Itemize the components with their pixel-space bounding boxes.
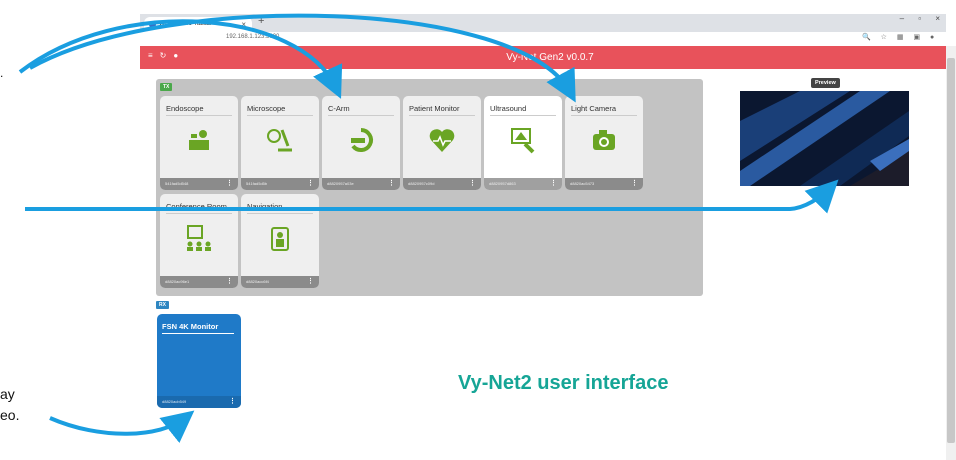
tx-card-light-camera[interactable]: Light Camera d8820ac5473 ⋮ <box>565 96 643 190</box>
tx-card-menu-icon[interactable]: ⋮ <box>550 179 557 187</box>
tx-card-id: d8820957d863 <box>489 181 516 186</box>
tx-card-footer: d8820ac96e1 ⋮ <box>160 276 238 288</box>
tx-card-title: Navigation <box>247 202 283 211</box>
tx-card-endoscope[interactable]: Endoscope 541fad5d548 ⋮ <box>160 96 238 190</box>
rx-card-title: FSN 4K Monitor <box>162 322 219 331</box>
extension-icons[interactable]: 🔍 ☆ ▦ ▣ ● <box>862 33 938 41</box>
window-controls[interactable]: – ▫ × <box>900 14 946 23</box>
tx-card-ultrasound[interactable]: Ultrasound d8820957d863 ⋮ <box>484 96 562 190</box>
tx-card-title: Patient Monitor <box>409 104 460 113</box>
rx-card-menu-icon[interactable]: ⋮ <box>229 397 236 405</box>
tx-card-title: Endoscope <box>166 104 204 113</box>
new-tab-button[interactable]: + <box>258 15 264 27</box>
refresh-icon[interactable]: ↻ <box>160 51 174 60</box>
tx-card-footer: d8820ac5473 ⋮ <box>565 178 643 190</box>
tx-card-id: d8820acc6f4 <box>246 279 269 284</box>
tx-card-title: Microscope <box>247 104 286 113</box>
tx-card-patient-monitor[interactable]: Patient Monitor d8820957c09d ⋮ <box>403 96 481 190</box>
tx-card-id: d8820ac5473 <box>570 181 595 186</box>
preview-label: Preview <box>811 78 840 88</box>
tx-card-divider <box>166 213 232 214</box>
preview-video <box>740 91 909 186</box>
tx-card-footer: d8820acc6f4 ⋮ <box>241 276 319 288</box>
tx-card-divider <box>571 115 637 116</box>
tx-card-id: 541fad5d5b <box>246 181 268 186</box>
app-title: Vy-Net Gen2 v0.0.7 <box>506 52 594 63</box>
tx-card-menu-icon[interactable]: ⋮ <box>226 277 233 285</box>
tx-card-conference-room[interactable]: Conference Room d8820ac96e1 ⋮ <box>160 194 238 288</box>
tx-card-divider <box>166 115 232 116</box>
settings-icon[interactable]: ● <box>173 51 185 60</box>
tx-card-navigation[interactable]: Navigation d8820acc6f4 ⋮ <box>241 194 319 288</box>
app-bar-icons[interactable]: ≡↻● <box>148 51 185 60</box>
tx-card-menu-icon[interactable]: ⋮ <box>307 277 314 285</box>
tx-card-microscope[interactable]: Microscope 541fad5d5b ⋮ <box>241 96 319 190</box>
conference-icon <box>187 225 211 251</box>
c-arm-icon <box>351 128 373 152</box>
microscope-icon <box>267 129 292 152</box>
menu-icon[interactable]: ≡ <box>148 51 160 60</box>
tx-card-divider <box>247 213 313 214</box>
tx-card-footer: d8820957d863 ⋮ <box>484 178 562 190</box>
tx-card-footer: 541fad5d548 ⋮ <box>160 178 238 190</box>
arrow-to-rx-card <box>49 410 195 443</box>
endoscope-icon <box>189 130 209 150</box>
tx-card-title: C-Arm <box>328 104 350 113</box>
tx-panel: TX Endoscope 541fad5d548 ⋮ Microscope 541fad… <box>156 79 703 296</box>
tx-card-title: Conference Room <box>166 202 227 211</box>
tx-card-menu-icon[interactable]: ⋮ <box>631 179 638 187</box>
rx-card-fsn-4k-monitor[interactable]: FSN 4K Monitor d8820acb549 ⋮ <box>157 314 241 408</box>
rx-badge: RX <box>156 301 169 309</box>
preview-image <box>740 91 909 186</box>
tx-card-c-arm[interactable]: C-Arm d8820957a03e ⋮ <box>322 96 400 190</box>
navigation-icon <box>271 227 289 251</box>
rx-card-footer: d8820acb549 ⋮ <box>157 396 241 408</box>
tx-card-menu-icon[interactable]: ⋮ <box>226 179 233 187</box>
ultrasound-icon <box>511 128 535 154</box>
camera-icon <box>593 130 615 150</box>
tx-badge: TX <box>160 83 173 91</box>
tx-card-footer: 541fad5d5b ⋮ <box>241 178 319 190</box>
margin-text-top: . <box>0 66 4 80</box>
tx-card-title: Ultrasound <box>490 104 527 113</box>
browser-tab[interactable]: Welcome To Yazad! × <box>144 17 252 32</box>
heart-monitor-icon <box>429 129 455 152</box>
browser-tab-title: Welcome To Yazad! <box>159 21 212 27</box>
tx-card-menu-icon[interactable]: ⋮ <box>469 179 476 187</box>
tx-card-menu-icon[interactable]: ⋮ <box>388 179 395 187</box>
tx-card-title: Light Camera <box>571 104 617 113</box>
tx-card-footer: d8820957c09d ⋮ <box>403 178 481 190</box>
margin-text-bottom-2: eo. <box>0 407 20 423</box>
tx-card-divider <box>409 115 475 116</box>
tx-card-divider <box>490 115 556 116</box>
tx-card-id: 541fad5d548 <box>165 181 189 186</box>
rx-card-id: d8820acb549 <box>162 399 187 404</box>
url-text[interactable]: 192.168.1.123:3000 <box>226 34 279 40</box>
tx-card-divider <box>247 115 313 116</box>
margin-text-bottom-1: ay <box>0 386 15 402</box>
tx-card-id: d8820957a03e <box>327 181 354 186</box>
close-tab-icon[interactable]: × <box>241 17 246 32</box>
tx-card-id: d8820ac96e1 <box>165 279 190 284</box>
scrollbar-thumb[interactable] <box>947 58 955 443</box>
tx-card-id: d8820957c09d <box>408 181 435 186</box>
caption: Vy-Net2 user interface <box>458 372 669 394</box>
favicon-icon <box>149 21 156 28</box>
tx-card-divider <box>328 115 394 116</box>
rx-card-divider <box>162 333 234 334</box>
tx-card-menu-icon[interactable]: ⋮ <box>307 179 314 187</box>
tx-card-footer: d8820957a03e ⋮ <box>322 178 400 190</box>
